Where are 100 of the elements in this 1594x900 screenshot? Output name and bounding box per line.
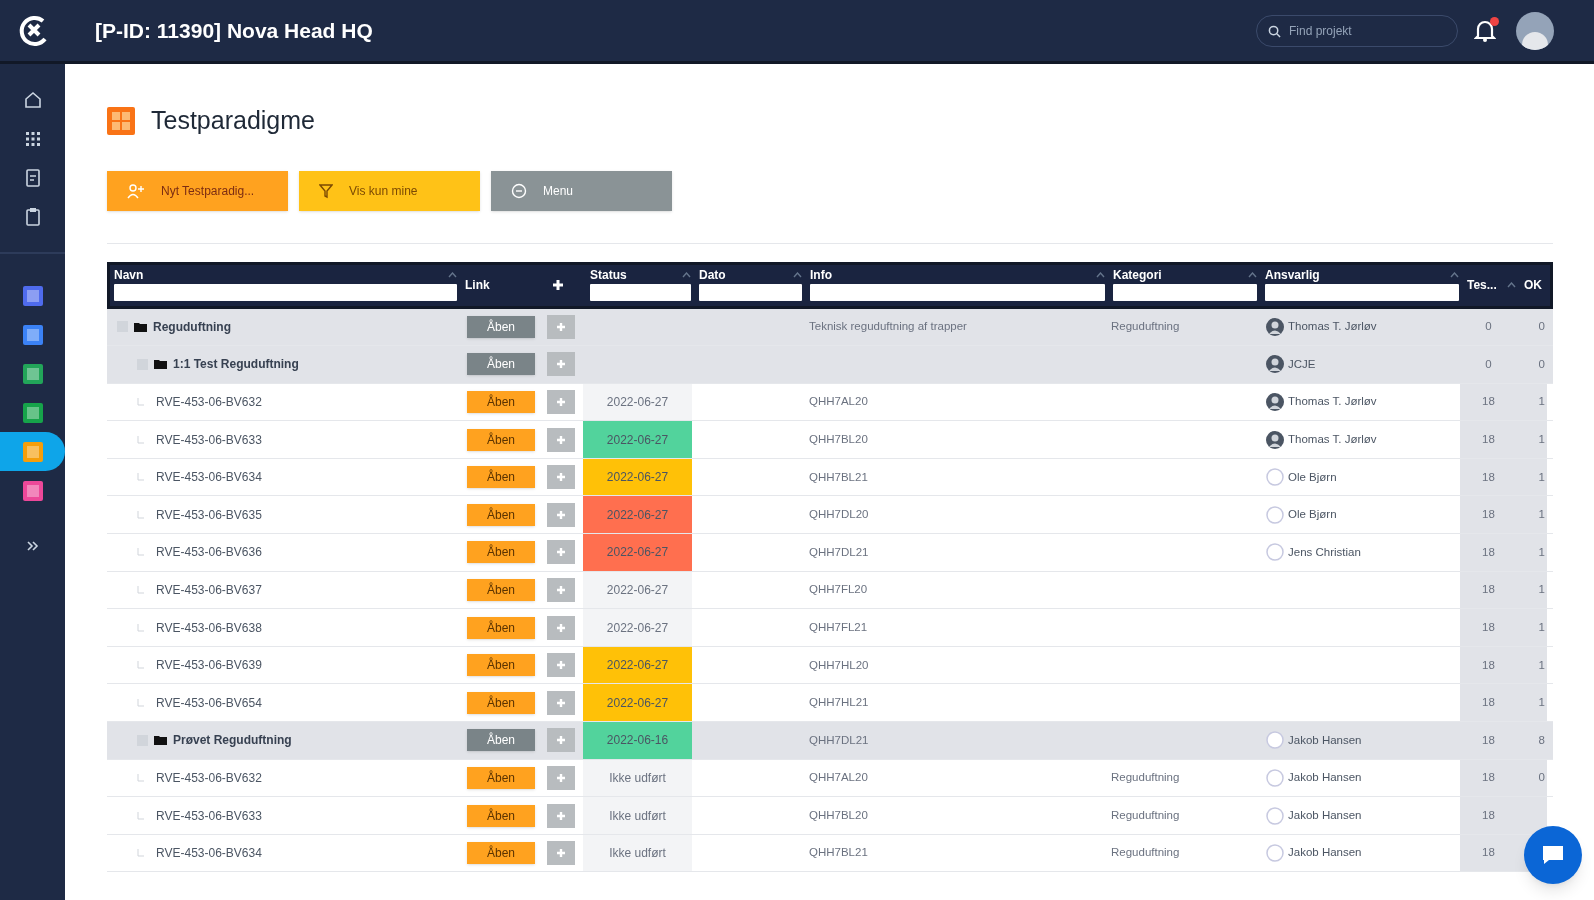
filter-field[interactable] bbox=[1265, 283, 1459, 301]
owner-name: Thomas T. Jørløv bbox=[1288, 431, 1377, 447]
open-button[interactable]: Åben bbox=[467, 315, 535, 338]
item-name: RVE-453-06-BV634 bbox=[156, 469, 262, 487]
owner-name: Jens Christian bbox=[1288, 544, 1361, 560]
column-header[interactable]: Ansvarlig bbox=[1265, 265, 1320, 284]
plus-icon bbox=[556, 848, 566, 859]
test-count-cell: 18 bbox=[1460, 458, 1517, 496]
open-button[interactable]: Åben bbox=[467, 654, 535, 677]
plus-icon bbox=[556, 810, 566, 821]
status-date: 2022-06-27 bbox=[606, 431, 669, 449]
column-header[interactable]: OK bbox=[1524, 275, 1542, 294]
app-icon[interactable] bbox=[22, 363, 43, 384]
info-text: QHH7BL20 bbox=[809, 807, 868, 823]
add-button[interactable] bbox=[547, 314, 575, 339]
add-button[interactable] bbox=[547, 728, 575, 753]
column-header[interactable]: Status bbox=[590, 265, 627, 284]
column-header[interactable]: Navn bbox=[114, 265, 144, 284]
app-icon[interactable] bbox=[22, 402, 43, 423]
info-text: QHH7BL21 bbox=[809, 845, 868, 861]
column-header[interactable]: Dato bbox=[699, 265, 726, 284]
item-name: RVE-453-06-BV634 bbox=[156, 845, 262, 863]
add-button[interactable] bbox=[547, 577, 575, 602]
open-button[interactable]: Åben bbox=[467, 466, 535, 489]
plus-icon bbox=[556, 584, 566, 595]
add-button[interactable] bbox=[547, 427, 575, 452]
owner-name: Jakob Hansen bbox=[1288, 770, 1362, 786]
column-header[interactable]: Info bbox=[810, 265, 832, 284]
open-button[interactable]: Åben bbox=[467, 428, 535, 451]
owner-name: Thomas T. Jørløv bbox=[1288, 394, 1377, 410]
filter-field[interactable] bbox=[590, 283, 691, 301]
open-button[interactable]: Åben bbox=[467, 541, 535, 564]
page-title: Testparadigme bbox=[151, 105, 315, 136]
grid-app-icon bbox=[107, 106, 135, 135]
add-button[interactable] bbox=[547, 803, 575, 828]
open-button[interactable]: Åben bbox=[467, 691, 535, 714]
add-button[interactable] bbox=[547, 465, 575, 490]
test-count-cell: 18 bbox=[1460, 421, 1517, 458]
tree-branch-icon bbox=[137, 548, 144, 557]
add-button[interactable] bbox=[547, 765, 575, 790]
app-icon[interactable] bbox=[22, 324, 43, 345]
tree-branch-icon bbox=[137, 473, 144, 482]
open-button[interactable]: Åben bbox=[467, 842, 535, 865]
open-button[interactable]: Åben bbox=[467, 391, 535, 413]
new-button[interactable]: Nyt Testparadig... bbox=[107, 170, 288, 211]
item-name: RVE-453-06-BV638 bbox=[156, 619, 262, 637]
open-button[interactable]: Åben bbox=[467, 353, 535, 376]
open-button[interactable]: Åben bbox=[467, 729, 535, 752]
filter-button[interactable]: Vis kun mine bbox=[299, 170, 480, 211]
sort-icon[interactable] bbox=[1248, 271, 1257, 278]
add-button[interactable] bbox=[547, 390, 575, 414]
open-button[interactable]: Åben bbox=[467, 616, 535, 639]
chat-button[interactable] bbox=[1524, 826, 1582, 884]
info-text: QHH7DL20 bbox=[809, 507, 869, 523]
column-header[interactable]: Tes... bbox=[1467, 275, 1497, 294]
item-name: RVE-453-06-BV633 bbox=[156, 807, 262, 825]
open-button[interactable]: Åben bbox=[467, 578, 535, 601]
plus-icon bbox=[556, 772, 566, 783]
open-button[interactable]: Åben bbox=[467, 804, 535, 827]
owner-name: Ole Bjørn bbox=[1288, 507, 1337, 523]
item-name: RVE-453-06-BV635 bbox=[156, 506, 262, 524]
filter-field[interactable] bbox=[1113, 283, 1257, 301]
menu-button[interactable]: Menu bbox=[491, 170, 672, 211]
filter-field[interactable] bbox=[810, 283, 1105, 301]
open-button[interactable]: Åben bbox=[467, 503, 535, 526]
sort-icon[interactable] bbox=[682, 271, 691, 278]
app-icon[interactable] bbox=[22, 480, 43, 501]
category-text: Reguduftning bbox=[1111, 807, 1180, 823]
tree-branch-icon bbox=[137, 623, 144, 632]
search-field[interactable]: Find projekt bbox=[1256, 14, 1458, 47]
add-button[interactable] bbox=[547, 841, 575, 866]
add-button[interactable] bbox=[547, 502, 575, 527]
sort-icon[interactable] bbox=[1096, 271, 1105, 278]
sort-icon[interactable] bbox=[1507, 281, 1516, 288]
status-date: 2022-06-27 bbox=[606, 581, 669, 599]
sort-icon[interactable] bbox=[448, 271, 457, 278]
info-text: QHH7BL21 bbox=[809, 469, 868, 485]
add-button[interactable] bbox=[547, 690, 575, 715]
add-button[interactable] bbox=[547, 615, 575, 640]
filter-icon bbox=[319, 182, 333, 199]
home-icon[interactable] bbox=[22, 89, 43, 110]
sort-icon[interactable] bbox=[793, 271, 802, 278]
owner-name: JCJE bbox=[1288, 356, 1316, 372]
search-icon bbox=[1268, 24, 1281, 38]
app-icon[interactable] bbox=[22, 285, 43, 306]
bell-icon[interactable] bbox=[1474, 18, 1496, 43]
open-button[interactable]: Åben bbox=[467, 766, 535, 789]
user-avatar[interactable] bbox=[1516, 11, 1554, 50]
filter-field[interactable] bbox=[114, 283, 457, 301]
category-text: Reguduftning bbox=[1111, 319, 1180, 335]
column-header[interactable]: Link bbox=[465, 275, 490, 294]
filter-field[interactable] bbox=[699, 283, 802, 301]
add-button[interactable] bbox=[547, 352, 575, 377]
plus-icon[interactable] bbox=[552, 278, 564, 291]
sort-icon[interactable] bbox=[1450, 271, 1459, 278]
test-count-cell: 18 bbox=[1460, 571, 1517, 609]
column-header[interactable]: Kategori bbox=[1113, 265, 1162, 284]
plus-icon bbox=[556, 735, 566, 746]
add-button[interactable] bbox=[547, 653, 575, 678]
add-button[interactable] bbox=[547, 540, 575, 565]
